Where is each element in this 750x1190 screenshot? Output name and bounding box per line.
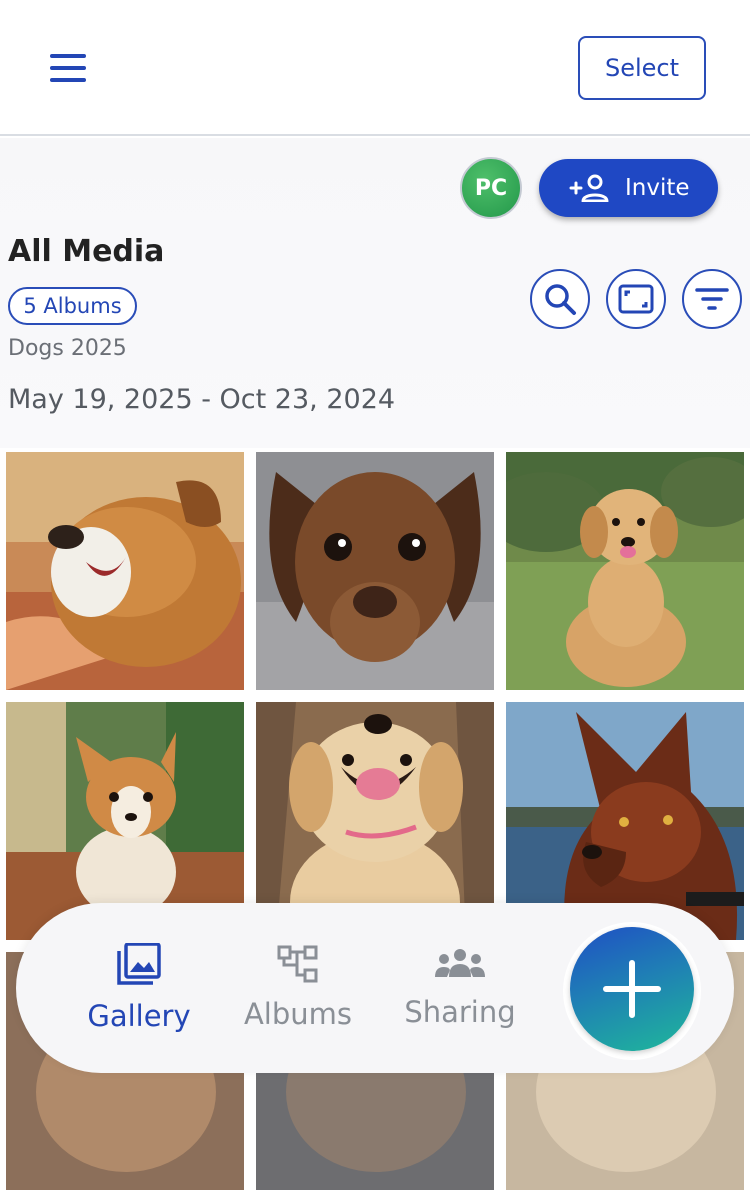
albums-tree-icon	[277, 945, 318, 983]
invite-button[interactable]: Invite	[539, 159, 718, 217]
nav-albums[interactable]: Albums	[238, 903, 358, 1073]
nav-albums-label: Albums	[243, 997, 353, 1031]
photo-tan-puppy-yawning	[6, 452, 244, 690]
search-button[interactable]	[530, 269, 590, 329]
photo-tile[interactable]	[506, 452, 744, 690]
filter-button[interactable]	[682, 269, 742, 329]
top-bar: Select	[0, 0, 750, 136]
photo-tile[interactable]	[256, 452, 494, 690]
albums-count-badge[interactable]: 5 Albums	[8, 287, 137, 325]
album-subtitle: Dogs 2025	[8, 336, 127, 361]
search-icon	[545, 284, 576, 315]
photo-golden-retriever-puppy-grass	[506, 452, 744, 690]
people-icon	[435, 949, 485, 977]
plus-icon	[603, 960, 661, 1018]
menu-icon[interactable]	[48, 52, 88, 84]
photo-dachshund-puppy	[256, 452, 494, 690]
nav-gallery[interactable]: Gallery	[74, 903, 204, 1073]
filter-icon	[695, 288, 729, 310]
page-title: All Media	[8, 234, 165, 269]
aspect-ratio-icon	[618, 284, 654, 314]
date-range: May 19, 2025 - Oct 23, 2024	[8, 384, 396, 415]
aspect-ratio-button[interactable]	[606, 269, 666, 329]
nav-gallery-label: Gallery	[87, 999, 191, 1033]
nav-sharing[interactable]: Sharing	[400, 903, 520, 1073]
add-button[interactable]	[570, 927, 694, 1051]
photo-tile[interactable]	[6, 452, 244, 690]
avatar[interactable]: PC	[460, 157, 522, 219]
gallery-icon	[117, 943, 161, 985]
nav-sharing-label: Sharing	[404, 995, 516, 1029]
invite-label: Invite	[625, 175, 690, 201]
add-person-icon	[569, 174, 609, 202]
select-button[interactable]: Select	[578, 36, 706, 100]
